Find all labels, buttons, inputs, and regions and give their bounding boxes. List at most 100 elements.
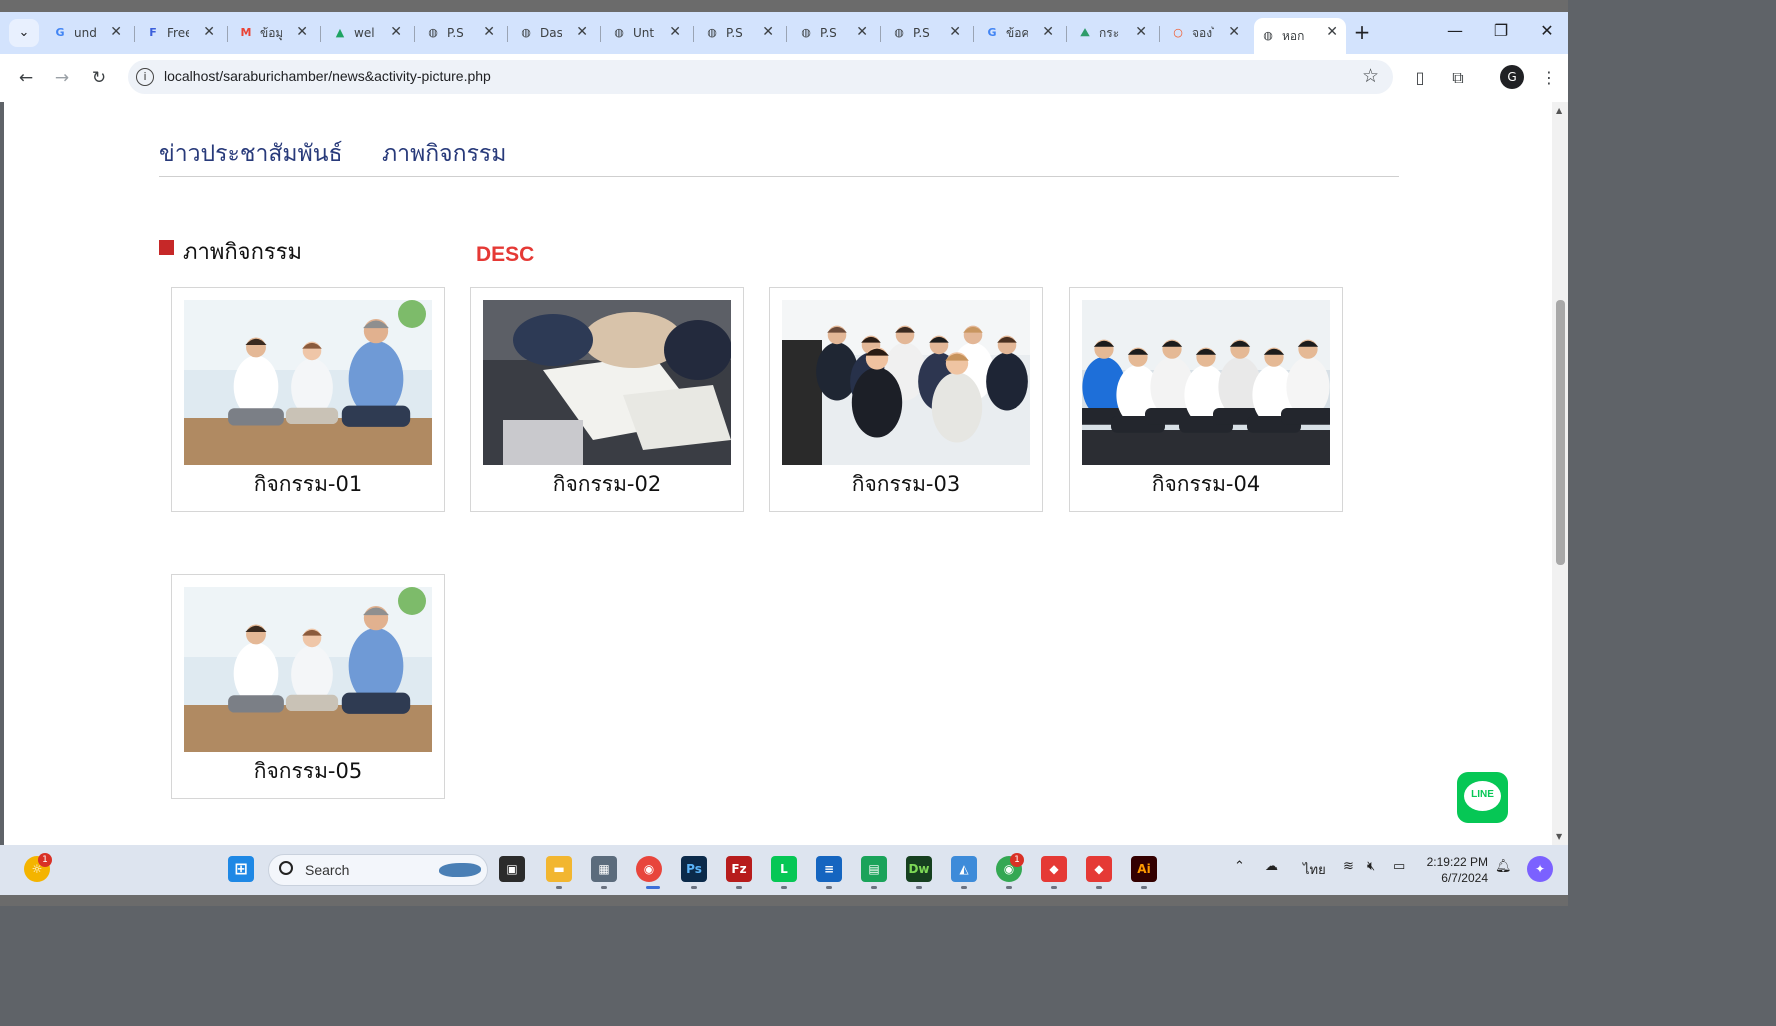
tab-close-icon[interactable]: ✕ xyxy=(203,24,215,40)
browser-tab[interactable]: Gund ✕ xyxy=(46,18,130,48)
tab-close-icon[interactable]: ✕ xyxy=(949,24,961,40)
anydesk-icon[interactable]: ◆ xyxy=(1041,856,1067,882)
battery-icon[interactable]: ▭ xyxy=(1393,859,1405,874)
browser-tab[interactable]: ◍ P.S ✕ xyxy=(419,18,503,48)
tray-overflow-chevron-icon[interactable]: ⌃ xyxy=(1234,859,1245,874)
browser-tab[interactable]: ◍ Das ✕ xyxy=(512,18,596,48)
activity-photo[interactable] xyxy=(782,300,1030,465)
browser-menu-icon[interactable]: ⋮ xyxy=(1537,66,1561,90)
notepad-icon[interactable]: ≡ xyxy=(816,856,842,882)
photos-app-icon[interactable]: ◭ xyxy=(951,856,977,882)
volume-muted-icon[interactable]: 🔇︎ xyxy=(1367,859,1375,874)
running-indicator xyxy=(871,886,877,889)
forward-button[interactable]: → xyxy=(48,64,76,92)
tab-close-icon[interactable]: ✕ xyxy=(576,24,588,40)
tab-close-icon[interactable]: ✕ xyxy=(1228,24,1240,40)
activity-photo[interactable] xyxy=(184,300,432,465)
subnav-link-activity-pictures[interactable]: ภาพกิจกรรม xyxy=(382,136,506,172)
scrollbar-thumb[interactable] xyxy=(1556,300,1565,565)
dreamweaver-icon[interactable]: Dw xyxy=(906,856,932,882)
wifi-icon[interactable]: ≋ xyxy=(1343,859,1354,874)
line-app-icon[interactable]: L xyxy=(771,856,797,882)
taskbar-search-box[interactable]: Search xyxy=(268,854,488,886)
onedrive-cloud-icon[interactable]: ☁ xyxy=(1265,859,1278,874)
page-scrollbar[interactable]: ▲ ▼ xyxy=(1552,102,1568,845)
address-bar[interactable]: i localhost/saraburichamber/news&activit… xyxy=(128,60,1393,94)
browser-tab-active[interactable]: ◍ หอก ✕ xyxy=(1254,18,1346,54)
activity-card[interactable]: กิจกรรม-02 xyxy=(470,287,744,512)
sheets-app-icon[interactable]: ▤ xyxy=(861,856,887,882)
minimize-button[interactable]: — xyxy=(1432,16,1478,46)
tab-close-icon[interactable]: ✕ xyxy=(110,24,122,40)
activity-card[interactable]: กิจกรรม-01 xyxy=(171,287,445,512)
activity-photo[interactable] xyxy=(1082,300,1330,465)
reading-list-icon[interactable]: ▯ xyxy=(1408,66,1432,90)
file-explorer-icon[interactable]: ▬ xyxy=(546,856,572,882)
browser-tab[interactable]: ◍ P.S ✕ xyxy=(885,18,969,48)
tab-close-icon[interactable]: ✕ xyxy=(1042,24,1054,40)
browser-tab[interactable]: ○ จองไ ✕ xyxy=(1164,18,1248,48)
copilot-icon[interactable]: ✦ xyxy=(1527,856,1553,882)
tab-close-icon[interactable]: ✕ xyxy=(856,24,868,40)
browser-tab[interactable]: M ข้อมู ✕ xyxy=(232,18,316,48)
activity-photo[interactable] xyxy=(483,300,731,465)
filezilla-icon[interactable]: Fz xyxy=(726,856,752,882)
activity-caption[interactable]: กิจกรรม-05 xyxy=(172,755,444,788)
scroll-down-arrow-icon[interactable]: ▼ xyxy=(1556,832,1562,841)
activity-caption[interactable]: กิจกรรม-03 xyxy=(770,468,1042,501)
browser-tab[interactable]: ⛰ กระ ✕ xyxy=(1071,18,1155,48)
activity-caption[interactable]: กิจกรรม-02 xyxy=(471,468,743,501)
activity-card[interactable]: กิจกรรม-04 xyxy=(1069,287,1343,512)
tab-close-icon[interactable]: ✕ xyxy=(669,24,681,40)
windows-start-icon[interactable]: ⊞ xyxy=(228,856,254,882)
sort-order-toggle[interactable]: DESC xyxy=(476,243,534,267)
notification-bell-icon[interactable]: 🔔︎ xyxy=(1495,859,1512,874)
browser-tab[interactable]: ◍ P.S ✕ xyxy=(792,18,876,48)
activity-card[interactable]: กิจกรรม-03 xyxy=(769,287,1043,512)
tab-search-button[interactable]: ⌄ xyxy=(9,19,39,47)
back-button[interactable]: ← xyxy=(12,64,40,92)
url-text[interactable]: localhost/saraburichamber/news&activity-… xyxy=(164,68,491,84)
restore-button[interactable]: ❐ xyxy=(1478,16,1524,46)
browser-tab[interactable]: ▲ wel ✕ xyxy=(326,18,410,48)
globe-icon: ◍ xyxy=(614,26,624,39)
tab-close-icon[interactable]: ✕ xyxy=(296,24,308,40)
globe-icon: ◍ xyxy=(1263,29,1273,42)
activity-card[interactable]: กิจกรรม-05 xyxy=(171,574,445,799)
tab-close-icon[interactable]: ✕ xyxy=(1135,24,1147,40)
browser-tab[interactable]: F Free ✕ xyxy=(139,18,223,48)
line-label: LINE xyxy=(1471,789,1494,800)
activity-photo[interactable] xyxy=(184,587,432,752)
tab-close-icon[interactable]: ✕ xyxy=(762,24,774,40)
chrome-icon[interactable]: ◉ xyxy=(636,856,662,882)
browser-tab[interactable]: ◍ Unt ✕ xyxy=(605,18,689,48)
tab-close-icon[interactable]: ✕ xyxy=(1326,24,1338,40)
tab-separator xyxy=(786,26,787,42)
new-tab-button[interactable]: + xyxy=(1350,20,1374,44)
search-icon xyxy=(279,861,293,875)
photoshop-icon[interactable]: Ps xyxy=(681,856,707,882)
activity-caption[interactable]: กิจกรรม-04 xyxy=(1070,468,1342,501)
scroll-up-arrow-icon[interactable]: ▲ xyxy=(1556,106,1562,115)
input-language[interactable]: ไทย xyxy=(1303,859,1326,880)
browser-tab[interactable]: G ข้อค ✕ xyxy=(978,18,1062,48)
activity-caption[interactable]: กิจกรรม-01 xyxy=(172,468,444,501)
bookmark-star-icon[interactable]: ☆ xyxy=(1362,65,1379,87)
close-window-button[interactable]: ✕ xyxy=(1524,16,1570,46)
extensions-icon[interactable]: ⧉ xyxy=(1446,66,1470,90)
line-chat-button[interactable]: LINE xyxy=(1457,772,1508,823)
tab-close-icon[interactable]: ✕ xyxy=(390,24,402,40)
subnav-link-news[interactable]: ข่าวประชาสัมพันธ์ xyxy=(159,136,343,172)
task-view-icon[interactable]: ▣ xyxy=(499,856,525,882)
profile-avatar[interactable]: G xyxy=(1500,65,1524,89)
taskbar-clock[interactable]: 2:19:22 PM 6/7/2024 xyxy=(1418,854,1488,886)
tab-close-icon[interactable]: ✕ xyxy=(483,24,495,40)
illustrator-icon[interactable]: Ai xyxy=(1131,856,1157,882)
site-info-icon[interactable]: i xyxy=(136,68,154,86)
browser-tab[interactable]: ◍ P.S ✕ xyxy=(698,18,782,48)
tab-title: Unt xyxy=(633,26,655,40)
reload-button[interactable]: ↻ xyxy=(85,64,113,92)
windows-taskbar: ☼ 1 ⊞ Search ▣ ▬ ▦ ◉ Ps Fz L ≡ ▤ Dw ◭ ◉ … xyxy=(0,845,1568,895)
anydesk-second-icon[interactable]: ◆ xyxy=(1086,856,1112,882)
calculator-icon[interactable]: ▦ xyxy=(591,856,617,882)
